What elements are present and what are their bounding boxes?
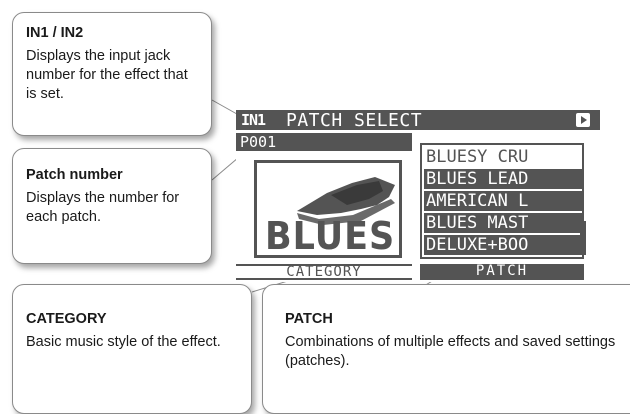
lcd-screen: IN1 PATCH SELECT P001 BLUES CATEGORY BLU…: [236, 110, 600, 282]
patch-list-item[interactable]: DELUXE+BOO: [424, 235, 582, 255]
in-callout-title: IN1 / IN2: [26, 25, 84, 41]
patch-list-item[interactable]: BLUES MAST: [424, 213, 582, 233]
patch-callout-description: Combinations of multiple effects and sav…: [285, 334, 616, 369]
category-bar[interactable]: CATEGORY: [236, 264, 412, 280]
lcd-header-bar: IN1 PATCH SELECT: [236, 110, 600, 131]
patch-callout-title: PATCH: [285, 311, 333, 327]
patch-number-callout: Patch number Displays the number for eac…: [12, 148, 212, 264]
patch-callout: PATCH Combinations of multiple effects a…: [262, 284, 630, 414]
in-callout-description: Displays the input jack number for the e…: [26, 48, 188, 102]
patch-list-item[interactable]: BLUES LEAD: [424, 169, 582, 189]
patch-number-bar: P001: [236, 133, 412, 151]
category-callout: CATEGORY Basic music style of the effect…: [12, 284, 252, 414]
patch-number-callout-title: Patch number: [26, 167, 123, 183]
page-right-arrow-icon[interactable]: [576, 113, 590, 127]
patch-tab[interactable]: PATCH: [420, 263, 584, 280]
category-callout-description: Basic music style of the effect.: [26, 334, 221, 350]
in-callout: IN1 / IN2 Displays the input jack number…: [12, 12, 212, 136]
input-jack-indicator: IN1: [241, 111, 266, 129]
patch-tab-label: PATCH: [475, 263, 529, 279]
patch-list[interactable]: BLUESY CRU BLUES LEAD AMERICAN L BLUES M…: [420, 143, 586, 259]
patch-number-callout-description: Displays the number for each patch.: [26, 190, 180, 225]
category-art: BLUES: [254, 160, 402, 259]
patch-number: P001: [240, 133, 277, 151]
patch-list-item[interactable]: BLUESY CRU: [424, 147, 582, 167]
category-callout-title: CATEGORY: [26, 311, 107, 327]
category-label: CATEGORY: [286, 264, 362, 280]
screen-title: PATCH SELECT: [286, 110, 423, 131]
patch-list-scrollbar[interactable]: [580, 221, 586, 255]
category-art-text: BLUES: [265, 215, 396, 259]
patch-list-item[interactable]: AMERICAN L: [424, 191, 582, 211]
